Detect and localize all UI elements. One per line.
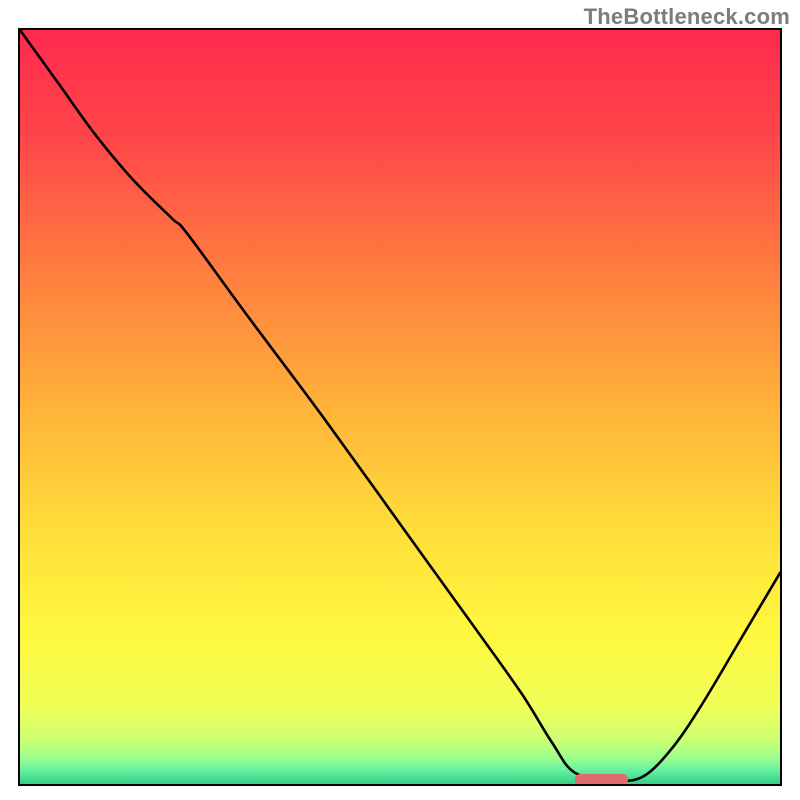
curve-layer: [20, 30, 780, 784]
bottleneck-chart: TheBottleneck.com: [0, 0, 800, 800]
plot-area: [18, 28, 782, 786]
bottleneck-curve: [20, 30, 780, 781]
minimum-marker: [575, 774, 628, 784]
watermark-text: TheBottleneck.com: [584, 4, 790, 30]
